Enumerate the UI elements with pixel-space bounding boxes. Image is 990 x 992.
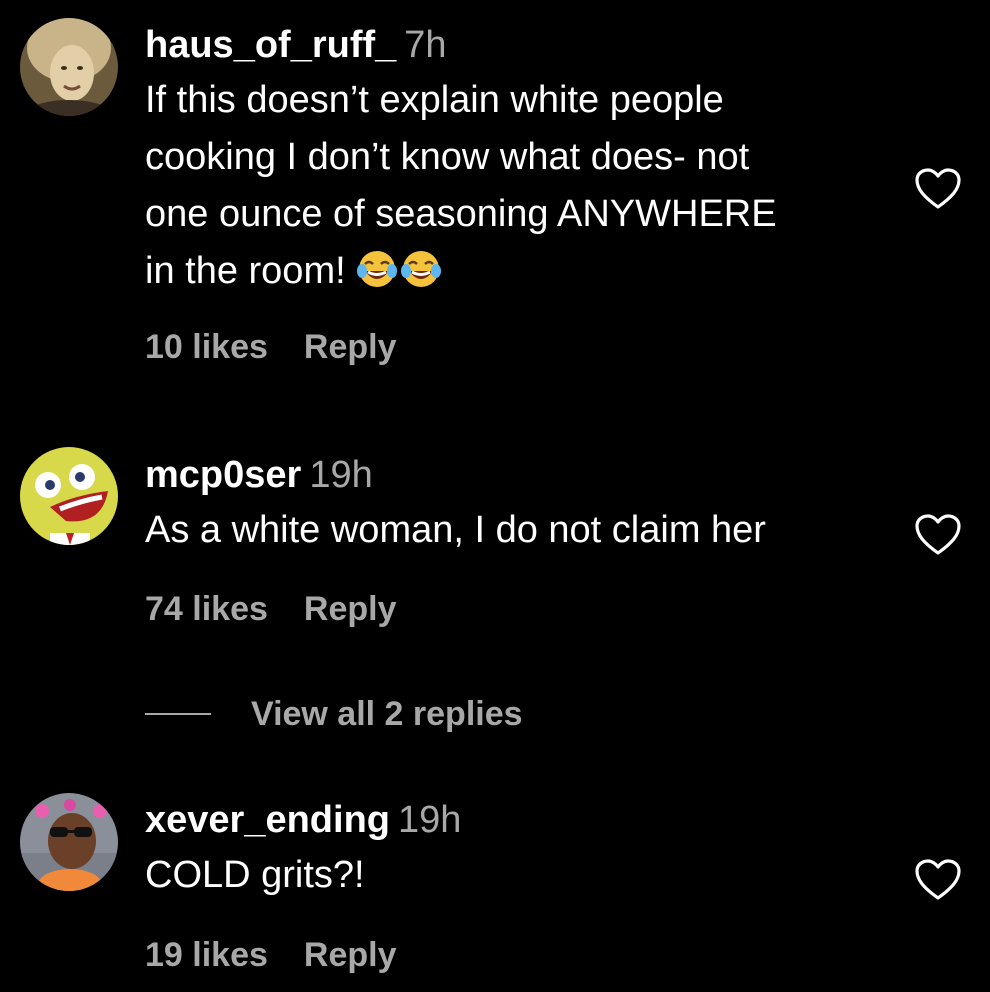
comment-time: 19h <box>398 799 462 841</box>
comment-text-line: in the room! <box>145 250 346 292</box>
likes-count[interactable]: 19 likes <box>145 936 268 974</box>
reply-button[interactable]: Reply <box>304 590 397 628</box>
likes-count[interactable]: 10 likes <box>145 328 268 366</box>
heart-icon[interactable] <box>914 858 962 902</box>
comment-username[interactable]: haus_of_ruff_ <box>145 24 396 66</box>
comment-text-line: one ounce of seasoning ANYWHERE <box>145 193 777 235</box>
heart-icon[interactable] <box>914 513 962 557</box>
comment-time: 19h <box>309 454 373 496</box>
replies-divider-line <box>145 713 211 715</box>
comment-username[interactable]: mcp0ser <box>145 454 301 496</box>
comment-text-line: COLD grits?! <box>145 854 365 896</box>
heart-icon[interactable] <box>914 167 962 211</box>
comment-text-line: If this doesn’t explain white people <box>145 79 724 121</box>
likes-count[interactable]: 74 likes <box>145 590 268 628</box>
comment-text-line: cooking I don’t know what does- not <box>145 136 750 178</box>
view-replies-label: View all 2 replies <box>251 694 523 733</box>
comment-time: 7h <box>404 24 447 66</box>
avatar-mcp0ser[interactable] <box>20 447 118 545</box>
view-all-replies-button[interactable]: View all 2 replies <box>145 690 523 738</box>
comment-text-line: As a white woman, I do not claim her <box>145 509 766 551</box>
reply-button[interactable]: Reply <box>304 936 397 974</box>
avatar-xever-ending[interactable] <box>20 793 118 891</box>
comment-username[interactable]: xever_ending <box>145 799 390 841</box>
laughing-emoji-icon <box>356 249 442 306</box>
avatar-haus-of-ruff[interactable] <box>20 18 118 116</box>
reply-button[interactable]: Reply <box>304 328 397 366</box>
